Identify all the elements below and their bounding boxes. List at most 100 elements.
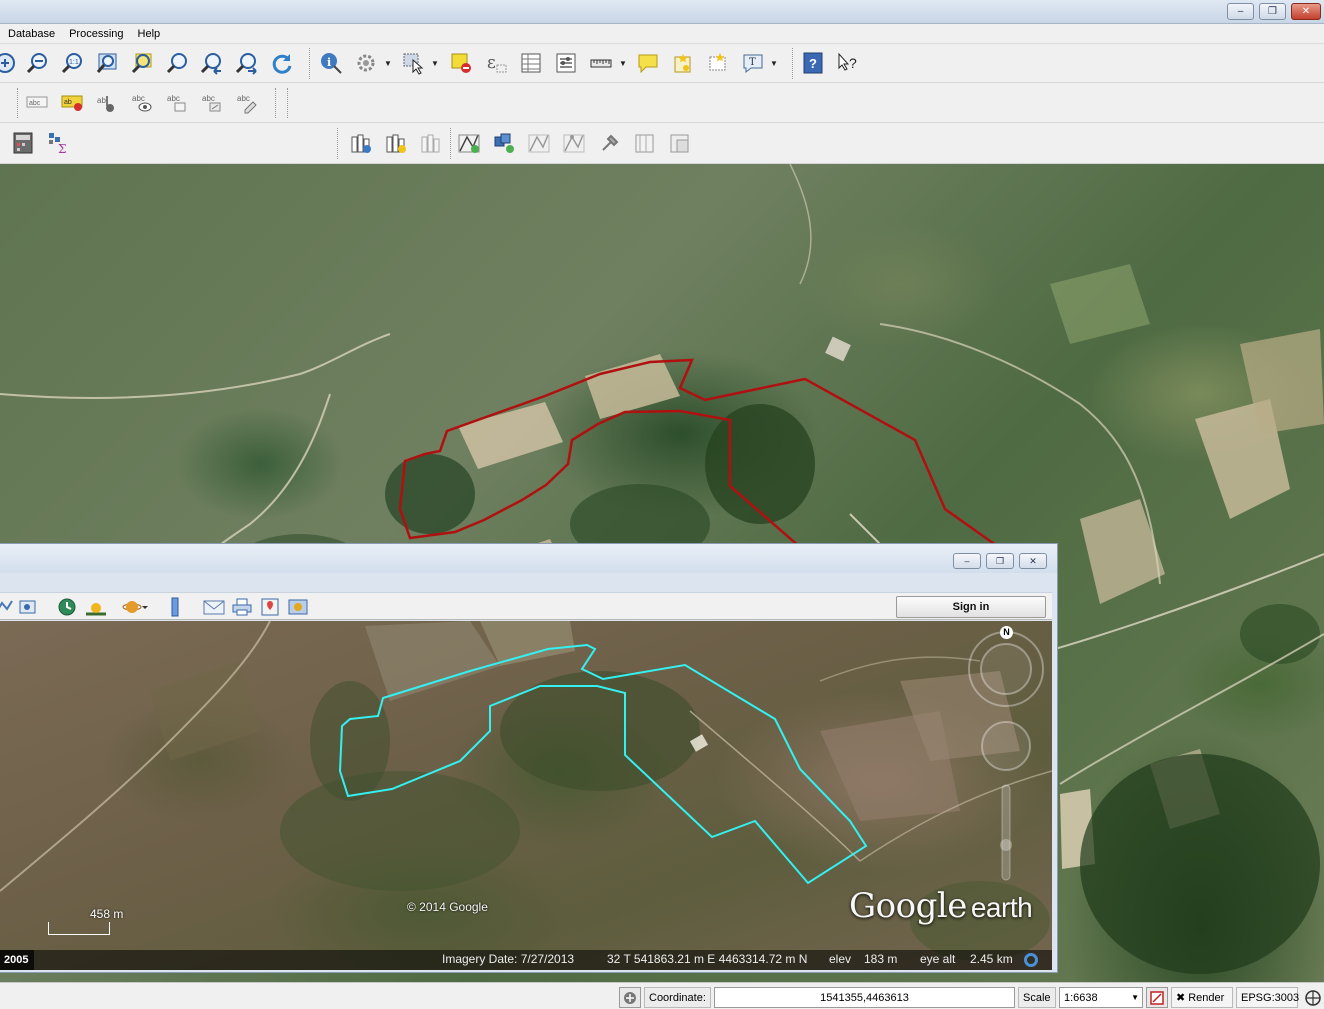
toolbar-separator: [17, 88, 19, 118]
svg-text:abc: abc: [237, 94, 250, 103]
messages-icon[interactable]: [1302, 987, 1323, 1008]
status-bar: Coordinate: 1541355,4463613 Scale 1:6638…: [0, 982, 1324, 1009]
whats-this-icon[interactable]: ?: [835, 50, 861, 76]
measure-icon[interactable]: [588, 50, 614, 76]
zoom-to-layer-icon[interactable]: [164, 50, 190, 76]
remove-layer-icon[interactable]: [418, 130, 444, 156]
restore-button[interactable]: ❐: [1259, 3, 1286, 20]
email-icon[interactable]: [202, 596, 226, 618]
menu-database[interactable]: Database: [0, 24, 62, 44]
chevron-down-icon[interactable]: ▼: [431, 50, 439, 76]
add-feature-icon[interactable]: [491, 130, 517, 156]
select-icon[interactable]: [400, 50, 426, 76]
show-hide-label-icon[interactable]: abc: [129, 89, 155, 115]
field-calculator-icon[interactable]: [10, 130, 36, 156]
coordinate-field[interactable]: 1541355,4463613: [714, 987, 1015, 1008]
move-feature-icon[interactable]: [526, 130, 552, 156]
toggle-edit-icon[interactable]: [456, 130, 482, 156]
ge-navigation-controls[interactable]: N: [967, 625, 1047, 885]
ge-restore-button[interactable]: ❐: [986, 553, 1014, 569]
ruler-icon[interactable]: [163, 596, 187, 618]
new-bookmark-icon[interactable]: [670, 50, 696, 76]
ge-elev-value: 183 m: [864, 952, 898, 966]
save-image-icon[interactable]: [286, 596, 310, 618]
zoom-full-icon[interactable]: [94, 50, 120, 76]
ge-close-button[interactable]: ✕: [1019, 553, 1047, 569]
toolbar-separator: [792, 48, 794, 79]
ge-coordinates: 32 T 541863.21 m E 4463314.72 m N: [607, 952, 808, 966]
deselect-icon[interactable]: [448, 50, 474, 76]
ge-copyright: © 2014 Google: [407, 900, 488, 914]
stop-render-icon[interactable]: [1146, 987, 1168, 1008]
copy-features-icon[interactable]: [667, 130, 693, 156]
svg-text:abc: abc: [202, 94, 215, 103]
menu-processing[interactable]: Processing: [62, 24, 130, 44]
google-earth-toolbar: Sign in: [0, 592, 1052, 620]
toolbar-separator: [309, 48, 311, 79]
historical-imagery-icon[interactable]: [55, 596, 79, 618]
crs-button[interactable]: EPSG:3003: [1236, 987, 1299, 1008]
show-bookmarks-icon[interactable]: [705, 50, 731, 76]
zoom-next-icon[interactable]: [234, 50, 260, 76]
svg-text:ab: ab: [97, 96, 106, 105]
new-layer-icon[interactable]: [383, 130, 409, 156]
refresh-icon[interactable]: [269, 50, 295, 76]
help-icon[interactable]: ?: [800, 50, 826, 76]
scale-combobox[interactable]: 1:6638 ▼: [1059, 987, 1143, 1008]
add-layer-icon[interactable]: [348, 130, 374, 156]
view-in-maps-icon[interactable]: [258, 596, 282, 618]
rotate-label-icon[interactable]: abc: [199, 89, 225, 115]
delete-selected-icon[interactable]: [597, 130, 623, 156]
google-earth-logo: Google earth: [849, 886, 1033, 926]
pin-label-icon[interactable]: ab: [94, 89, 120, 115]
text-annotation-icon[interactable]: T: [740, 50, 766, 76]
menu-help[interactable]: Help: [131, 24, 168, 44]
print-icon[interactable]: [230, 596, 254, 618]
label-toolbar: abc ab ab abc abc abc abc: [0, 83, 1324, 123]
change-label-icon[interactable]: abc: [234, 89, 260, 115]
ge-eye-alt-label: eye alt: [920, 952, 956, 966]
map-tips-icon[interactable]: [635, 50, 661, 76]
ge-elev-label: elev: [829, 952, 852, 966]
chevron-down-icon[interactable]: ▼: [770, 50, 778, 76]
compass-north-icon[interactable]: N: [1000, 626, 1013, 639]
scale-label: Scale: [1018, 987, 1056, 1008]
sign-in-button[interactable]: Sign in: [896, 596, 1046, 618]
cut-features-icon[interactable]: [632, 130, 658, 156]
sunlight-icon[interactable]: [84, 596, 108, 618]
node-tool-icon[interactable]: [561, 130, 587, 156]
editing-toolbar: Σ: [0, 123, 1324, 164]
google-earth-titlebar[interactable]: ‒ ❐ ✕: [0, 544, 1057, 573]
zoom-out-icon[interactable]: [24, 50, 50, 76]
add-path-icon[interactable]: [0, 596, 16, 618]
expression-select-icon[interactable]: ε: [483, 50, 509, 76]
minimize-button[interactable]: ‒: [1227, 3, 1254, 20]
google-earth-view[interactable]: N © 2014 Google Google earth 458 m 2005 I…: [0, 621, 1052, 970]
render-label: Render: [1188, 991, 1225, 1004]
render-checkbox[interactable]: ✖ Render: [1171, 987, 1233, 1008]
zoom-in-icon[interactable]: [0, 50, 18, 76]
action-icon[interactable]: [353, 50, 379, 76]
coordinate-toggle-icon[interactable]: [619, 987, 641, 1008]
svg-text:T: T: [749, 57, 756, 68]
chevron-down-icon[interactable]: ▼: [619, 50, 627, 76]
planets-icon[interactable]: [120, 596, 150, 618]
statistics-icon[interactable]: [553, 50, 579, 76]
streaming-indicator-icon: [1024, 953, 1038, 967]
zoom-last-icon[interactable]: [199, 50, 225, 76]
chevron-down-icon[interactable]: ▼: [384, 50, 392, 76]
attribute-table-icon[interactable]: [518, 50, 544, 76]
add-image-overlay-icon[interactable]: [16, 596, 40, 618]
zoom-to-selection-icon[interactable]: [129, 50, 155, 76]
move-label-icon[interactable]: abc: [164, 89, 190, 115]
identify-icon[interactable]: i: [318, 50, 344, 76]
label-icon[interactable]: abc: [24, 89, 50, 115]
svg-text:abc: abc: [132, 94, 145, 103]
map-navigation-toolbar: 1:1 i ▼ ▼ ε ▼ T ▼ ? ?: [0, 44, 1324, 83]
statistics-sum-icon[interactable]: Σ: [46, 130, 72, 156]
close-button[interactable]: ✕: [1291, 3, 1321, 20]
zoom-native-icon[interactable]: 1:1: [59, 50, 85, 76]
scale-value: 1:6638: [1064, 991, 1098, 1004]
label-highlight-icon[interactable]: ab: [59, 89, 85, 115]
ge-minimize-button[interactable]: ‒: [953, 553, 981, 569]
